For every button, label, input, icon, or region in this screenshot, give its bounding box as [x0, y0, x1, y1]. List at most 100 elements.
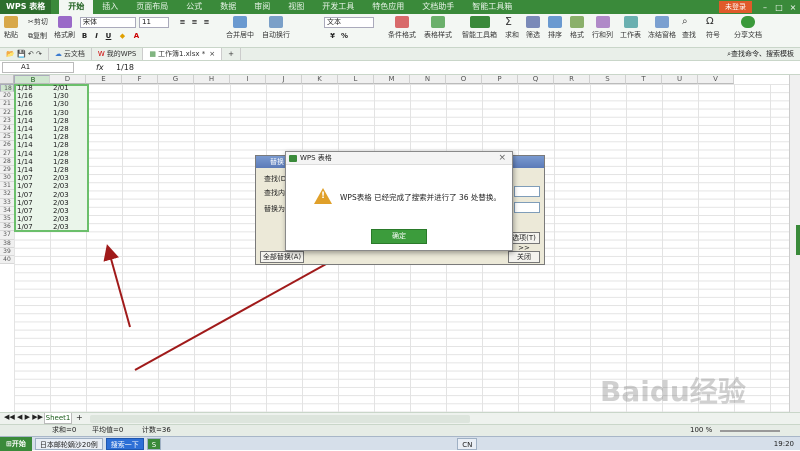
ime-indicator[interactable]: CN [457, 437, 478, 450]
close-icon[interactable]: × [498, 152, 506, 165]
tab-page-layout[interactable]: 页面布局 [127, 0, 177, 14]
symbol-button[interactable]: Ω 符号 [706, 16, 720, 40]
close-icon[interactable]: × [786, 3, 800, 12]
command-search[interactable]: ⌕查找命令、搜索模板 [727, 49, 800, 59]
taskbar: ⊞开始 日本邮轮嫡沙20例 搜索一下 S CN 19:20 [0, 436, 800, 451]
quick-toolbar[interactable]: 📂 💾 ↶ ↷ [0, 48, 49, 60]
bold-icon[interactable]: B [80, 32, 89, 41]
status-count: 计数=36 [142, 426, 171, 434]
align-left-icon[interactable]: ≡ [178, 18, 187, 27]
sheet-file-icon: ▦ [149, 50, 156, 58]
doc-tab-cloud[interactable]: ☁ 云文档 [49, 48, 92, 60]
fx-icon[interactable]: fx [96, 61, 104, 75]
replace-input[interactable] [514, 202, 540, 213]
zoom-level[interactable]: 100 % [690, 425, 712, 436]
format-painter-button[interactable]: 格式刷 [54, 16, 75, 40]
align-center-icon[interactable]: ≡ [190, 18, 199, 27]
tab-home[interactable]: 开始 [59, 0, 94, 14]
currency-icon[interactable]: ¥ [328, 32, 337, 41]
add-sheet-button[interactable]: + [76, 413, 83, 422]
maximize-icon[interactable]: □ [772, 3, 786, 12]
tab-formulas[interactable]: 公式 [177, 0, 211, 14]
doc-tab-workbook[interactable]: ▦ 工作簿1.xlsx * × [143, 48, 223, 60]
cut-button[interactable]: ✂ 剪切 [28, 17, 48, 27]
brush-icon [57, 16, 72, 28]
sum-button[interactable]: Σ 求和 [505, 16, 519, 40]
format-button[interactable]: 格式 [570, 16, 584, 40]
wps-icon: W [97, 50, 105, 58]
conditional-icon [395, 16, 409, 28]
tab-features[interactable]: 特色应用 [363, 0, 413, 14]
doc-tab-my-wps[interactable]: W 我的WPS [92, 48, 144, 60]
wps-taskbar-icon[interactable]: S [146, 437, 161, 450]
row-col-icon [595, 16, 610, 28]
row-col-button[interactable]: 行和列 [592, 16, 613, 40]
login-button[interactable]: 未登录 [719, 1, 752, 13]
vertical-scrollbar[interactable] [789, 75, 800, 412]
sheet-tab-bar: ◀◀ ◀ ▶ ▶▶ Sheet1 + [0, 412, 800, 424]
zoom-slider[interactable] [720, 430, 780, 432]
sort-button[interactable]: 排序 [548, 16, 562, 40]
toolbox-icon [469, 16, 490, 28]
worksheet-icon [623, 16, 638, 28]
worksheet-button[interactable]: 工作表 [620, 16, 641, 40]
sheet-tab[interactable]: Sheet1 [44, 413, 72, 424]
wrap-text-button[interactable]: 自动换行 [262, 16, 290, 40]
tab-insert[interactable]: 插入 [93, 0, 127, 14]
share-button[interactable]: 分享文档 [734, 16, 762, 40]
replace-all-button[interactable]: 全部替换(A) [260, 251, 304, 263]
number-format-select[interactable]: 文本 [324, 17, 374, 28]
sheet-nav-arrows[interactable]: ◀◀ ◀ ▶ ▶▶ [4, 413, 43, 421]
new-tab-button[interactable]: + [222, 48, 242, 60]
clock: 19:20 [773, 439, 794, 448]
paste-button[interactable]: 粘贴 [4, 16, 18, 40]
message-box-title: WPS 表格 [300, 154, 332, 162]
tab-data[interactable]: 数据 [211, 0, 245, 14]
share-icon [741, 16, 755, 28]
warning-icon: ! [314, 188, 332, 204]
start-button[interactable]: ⊞开始 [0, 436, 32, 451]
font-size-select[interactable]: 11 [139, 17, 169, 28]
paste-icon [4, 16, 18, 28]
copy-button[interactable]: ⧉ 复制 [28, 31, 47, 41]
freeze-button[interactable]: 冻结窗格 [648, 16, 676, 40]
arrow-to-data [103, 244, 131, 328]
taskbar-item-doc[interactable]: 日本邮轮嫡沙20例 [34, 437, 103, 450]
tab-smart-toolbox[interactable]: 智能工具箱 [463, 0, 521, 14]
fill-color-icon[interactable]: ◆ [118, 32, 127, 41]
underline-icon[interactable]: U [104, 32, 113, 41]
align-right-icon[interactable]: ≡ [202, 18, 211, 27]
tab-doc-assistant[interactable]: 文档助手 [413, 0, 463, 14]
tab-developer[interactable]: 开发工具 [313, 0, 363, 14]
ok-button[interactable]: 确定 [371, 229, 427, 244]
find-button[interactable]: ⌕ 查找 [682, 16, 696, 40]
font-color-icon[interactable]: A [132, 32, 141, 41]
status-average: 平均值=0 [92, 426, 124, 434]
formula-bar: A1 fx 1/18 [0, 61, 800, 75]
name-box[interactable]: A1 [2, 62, 74, 73]
app-logo[interactable]: WPS 表格 [0, 0, 52, 14]
smart-toolbox-button[interactable]: 智能工具箱 [462, 16, 497, 40]
italic-icon[interactable]: I [92, 32, 101, 41]
format-icon [570, 16, 584, 28]
tab-view[interactable]: 视图 [279, 0, 313, 14]
table-style-button[interactable]: 表格样式 [424, 16, 452, 40]
minimize-icon[interactable]: – [758, 3, 772, 12]
tab-review[interactable]: 审阅 [245, 0, 279, 14]
formula-input[interactable]: 1/18 [116, 61, 134, 75]
close-button[interactable]: 关闭 [508, 251, 540, 263]
cloud-icon: ☁ [54, 50, 62, 58]
conditional-format-button[interactable]: 条件格式 [388, 16, 416, 40]
wps-icon [289, 155, 297, 162]
omega-icon: Ω [706, 16, 714, 27]
title-bar: WPS 表格 开始 插入 页面布局 公式 数据 审阅 视图 开发工具 特色应用 … [0, 0, 800, 14]
find-input[interactable] [514, 186, 540, 197]
taskbar-search[interactable]: 搜索一下 [105, 437, 144, 450]
percent-icon[interactable]: % [340, 32, 349, 41]
horizontal-scrollbar[interactable] [90, 415, 470, 423]
message-text: WPS表格 已经完成了搜索并进行了 36 处替换。 [340, 193, 501, 202]
merge-center-button[interactable]: 合并居中 [226, 16, 254, 40]
font-name-select[interactable]: 宋体 [80, 17, 136, 28]
filter-button[interactable]: 筛选 [526, 16, 540, 40]
close-tab-icon[interactable]: × [209, 48, 215, 60]
